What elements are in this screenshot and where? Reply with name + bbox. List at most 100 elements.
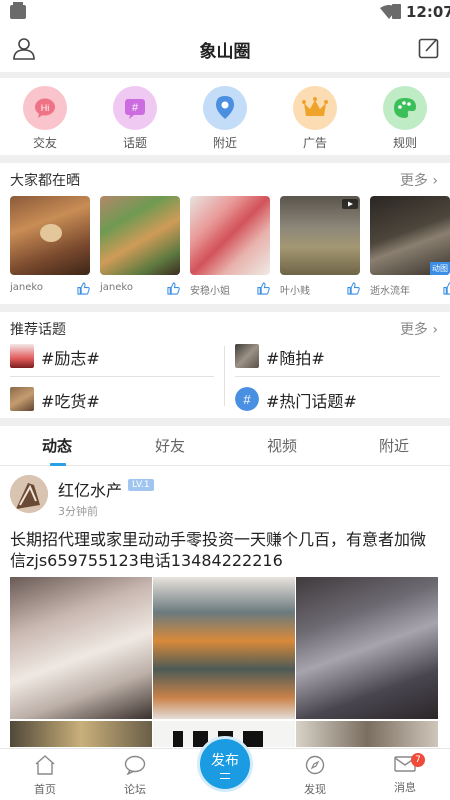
share-username: janeko — [100, 282, 133, 293]
nav-forum[interactable]: 论坛 — [105, 755, 165, 797]
share-thumbnail[interactable] — [280, 196, 360, 275]
category-nearby[interactable]: 附近 — [195, 86, 255, 151]
svg-text:Hi: Hi — [41, 103, 50, 113]
more-label: 更多 — [399, 173, 428, 189]
topic-label: #随拍# — [266, 349, 325, 368]
category-friends[interactable]: Hi 交友 — [15, 86, 75, 151]
post-image[interactable] — [10, 721, 152, 747]
palette-icon — [383, 86, 427, 130]
divider — [224, 346, 225, 406]
share-username: 叶小贱 — [280, 286, 310, 297]
topic-item[interactable]: #随拍# — [235, 340, 435, 372]
category-rules[interactable]: 规则 — [375, 86, 435, 151]
hash-icon: # — [235, 387, 259, 411]
nav-messages[interactable]: 7 消息 — [375, 753, 435, 795]
compose-icon[interactable] — [418, 37, 440, 59]
app-header: 象山圈 — [0, 24, 450, 72]
share-card[interactable]: 安稳小姐 — [190, 196, 270, 299]
shares-header: 大家都在晒 更多 › — [0, 164, 450, 192]
compass-icon — [305, 755, 325, 775]
category-label: 话题 — [122, 136, 147, 150]
share-card[interactable]: 动图 逝水流年 — [370, 196, 450, 299]
avatar[interactable] — [10, 475, 48, 513]
unread-badge: 7 — [411, 753, 425, 767]
tab-friends[interactable]: 好友 — [130, 435, 210, 456]
share-thumbnail[interactable] — [10, 196, 90, 275]
shares-more-link[interactable]: 更多 › — [400, 170, 438, 190]
post-text: 长期招代理或家里动动手零投资一天赚个几百，有意者加微信zjs659755123电… — [10, 530, 427, 570]
post-image[interactable] — [153, 577, 295, 719]
more-label: 更多 — [399, 322, 428, 338]
crown-icon — [293, 86, 337, 130]
category-shortcuts: Hi 交友 # 话题 附近 广告 规则 — [0, 78, 450, 154]
divider — [235, 376, 440, 377]
category-ads[interactable]: 广告 — [285, 86, 345, 151]
location-pin-icon — [203, 86, 247, 130]
post-timestamp: 3分钟前 — [58, 505, 98, 518]
thumbs-up-icon[interactable] — [443, 282, 450, 295]
post-author[interactable]: 红亿水产 — [58, 477, 122, 501]
topic-thumbnail — [10, 344, 34, 368]
svg-text:#: # — [132, 102, 139, 114]
avatar-image — [10, 475, 48, 513]
nav-label: 首页 — [34, 783, 56, 796]
page-title: 象山圈 — [199, 42, 251, 62]
feed-post[interactable]: 红亿水产 LV.1 3分钟前 长期招代理或家里动动手零投资一天赚个几百，有意者加… — [0, 467, 450, 747]
share-thumbnail[interactable] — [100, 196, 180, 275]
thumbs-up-icon[interactable] — [167, 282, 180, 295]
thumbs-up-icon[interactable] — [257, 282, 270, 295]
divider — [10, 376, 214, 377]
thumbs-up-icon[interactable] — [77, 282, 90, 295]
topic-item[interactable]: #励志# — [10, 340, 210, 372]
shares-carousel[interactable]: janeko janeko 安稳小姐 叶小贱 动图 逝水流年 — [0, 196, 450, 300]
chat-bubble-icon — [124, 755, 146, 776]
publish-button[interactable]: 发布 — [197, 736, 253, 792]
divider — [0, 304, 450, 312]
video-camera-icon — [342, 199, 358, 209]
topic-thumbnail — [10, 387, 34, 411]
category-label: 附近 — [212, 136, 237, 150]
tab-nearby[interactable]: 附近 — [354, 435, 434, 456]
nav-discover[interactable]: 发现 — [285, 755, 345, 797]
post-image[interactable] — [296, 577, 438, 719]
battery-icon — [392, 4, 401, 19]
tab-activity[interactable]: 动态 — [17, 435, 97, 456]
svg-text:#: # — [243, 392, 251, 407]
thumbs-up-icon[interactable] — [347, 282, 360, 295]
post-image[interactable] — [296, 721, 438, 747]
sim-card-icon — [10, 2, 26, 19]
topic-label: #热门话题# — [266, 392, 357, 411]
section-title: 大家都在晒 — [10, 173, 80, 189]
topic-item[interactable]: # #热门话题# — [235, 383, 435, 415]
post-image[interactable] — [10, 577, 152, 719]
topic-thumbnail — [235, 344, 259, 368]
feed-tabs: 动态 好友 视频 附近 — [0, 426, 450, 466]
topics-header: 推荐话题 更多 › — [0, 313, 450, 341]
home-icon — [35, 755, 55, 775]
active-tab-indicator — [50, 463, 66, 466]
divider — [0, 155, 450, 163]
category-topics[interactable]: # 话题 — [105, 86, 165, 151]
share-thumbnail[interactable]: 动图 — [370, 196, 450, 275]
publish-label: 发布 — [211, 753, 239, 769]
share-username: 安稳小姐 — [190, 286, 230, 297]
category-label: 交友 — [32, 136, 57, 150]
category-label: 广告 — [302, 136, 327, 150]
topics-more-link[interactable]: 更多 › — [400, 319, 438, 339]
share-card[interactable]: janeko — [100, 196, 180, 299]
menu-lines-icon — [220, 773, 230, 779]
share-username: janeko — [10, 282, 43, 293]
topic-label: #励志# — [41, 349, 100, 368]
tab-videos[interactable]: 视频 — [242, 435, 322, 456]
share-card[interactable]: janeko — [10, 196, 90, 299]
hash-icon: # — [113, 86, 157, 130]
animated-badge: 动图 — [430, 262, 450, 275]
nav-home[interactable]: 首页 — [15, 755, 75, 797]
status-bar: 12:07 — [0, 0, 450, 24]
share-card[interactable]: 叶小贱 — [280, 196, 360, 299]
recommended-topics: #励志# #随拍# #吃货# # #热门话题# — [0, 340, 450, 412]
share-thumbnail[interactable] — [190, 196, 270, 275]
section-title: 推荐话题 — [10, 322, 66, 338]
clock: 12:07 — [406, 3, 450, 21]
topic-item[interactable]: #吃货# — [10, 383, 210, 415]
